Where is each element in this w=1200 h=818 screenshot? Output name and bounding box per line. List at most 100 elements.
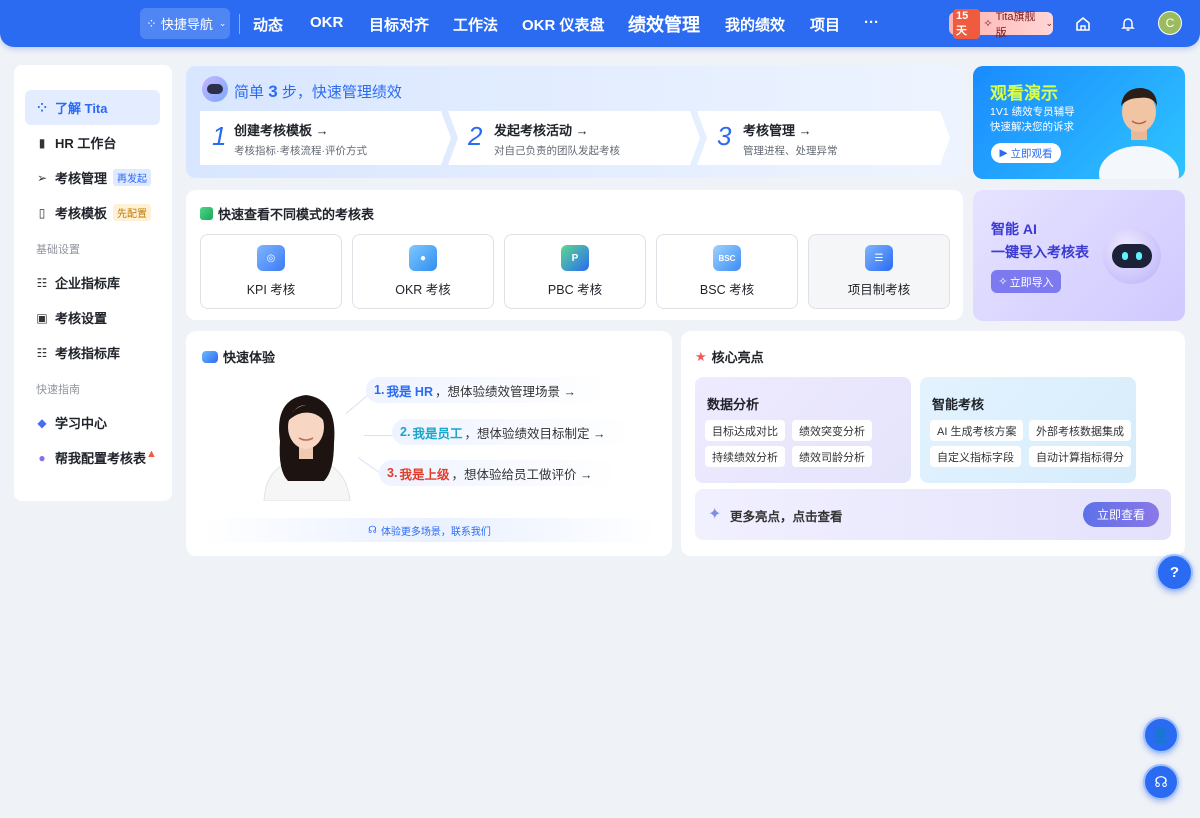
view-now-button[interactable]: 立即查看 <box>1083 502 1159 527</box>
sidebar-item-review-settings[interactable]: ▣ 考核设置 <box>25 300 160 335</box>
quick-nav-label: 快捷导航 <box>160 17 213 32</box>
promo-title: 智能 AI 一键导入考核表 <box>991 218 1089 264</box>
database-icon: ☷ <box>36 345 48 360</box>
sidebar-item-label: 考核指标库 <box>55 346 121 361</box>
nav-item-goal-alignment[interactable]: 目标对齐 <box>369 14 429 35</box>
watch-now-button[interactable]: ▶ 立即观看 <box>991 143 1061 163</box>
grid-icon: ⁘ <box>146 15 157 31</box>
edition-label: Tita旗舰版 <box>995 10 1036 39</box>
nav-item-projects[interactable]: 项目 <box>810 14 840 35</box>
promo-title: 观看演示 <box>990 84 1058 103</box>
feature-chip: 绩效司龄分析 <box>792 446 872 467</box>
sparkle-icon: ✧ <box>983 18 993 30</box>
step-title: 发起考核活动 → <box>494 123 589 138</box>
ai-import-banner[interactable]: 智能 AI 一键导入考核表 ✧ 立即导入 <box>973 190 1185 321</box>
step-desc: 对自己负责的团队发起考核 <box>494 145 620 157</box>
more-menu-icon[interactable]: ··· <box>864 14 879 31</box>
steps-title-suffix: 步，快速管理绩效 <box>281 84 402 101</box>
sidebar-item-label: 帮我配置考核表 <box>55 451 147 466</box>
user-add-icon: 👤 <box>1151 727 1171 744</box>
nav-item-work-method[interactable]: 工作法 <box>453 14 498 35</box>
promo-line: 一键导入考核表 <box>991 244 1089 260</box>
sidebar-item-enterprise-metrics[interactable]: ☷ 企业指标库 <box>25 265 160 300</box>
experience-option-manager[interactable]: 3. 我是上级 ， 想体验给员工做评价 → <box>379 460 619 486</box>
nav-item-dynamics[interactable]: 动态 <box>253 14 283 35</box>
play-icon: ▶ <box>999 147 1008 159</box>
top-navigation-bar: ⁘ 快捷导航 ⌄ 动态 OKR 目标对齐 工作法 OKR 仪表盘 绩效管理 我的… <box>0 0 1200 47</box>
feature-chip: 自定义指标字段 <box>930 446 1021 467</box>
avatar[interactable]: C <box>1158 11 1182 35</box>
nav-item-okr[interactable]: OKR <box>310 14 343 31</box>
import-now-button[interactable]: ✧ 立即导入 <box>991 270 1061 293</box>
experience-option-employee[interactable]: 2. 我是员工 ， 想体验绩效目标制定 → <box>392 419 632 445</box>
step-review-management[interactable]: 3 考核管理 → 管理进程、处理异常 <box>697 111 950 165</box>
more-highlights-banner[interactable]: ✦ 更多亮点，点击查看 立即查看 <box>695 489 1171 540</box>
core-highlights-panel: ★ 核心亮点 数据分析 目标达成对比 绩效突变分析 持续绩效分析 绩效司龄分析 … <box>681 331 1185 556</box>
option-text: 想体验绩效目标制定 → <box>476 426 606 441</box>
chat-bubble-icon <box>202 350 218 363</box>
nav-item-performance[interactable]: 绩效管理 <box>628 11 700 37</box>
sidebar-item-config-assistant[interactable]: ● 帮我配置考核表 ▲ <box>25 440 160 475</box>
mode-card-kpi[interactable]: ◎ KPI 考核 <box>200 234 342 309</box>
step-title: 考核管理 → <box>743 123 812 138</box>
mode-label: BSC 考核 <box>699 283 755 297</box>
promo-line: 快速解决您的诉求 <box>990 121 1074 133</box>
home-icon[interactable] <box>1073 14 1093 34</box>
mode-card-pbc[interactable]: P PBC 考核 <box>504 234 646 309</box>
mode-label: 项目制考核 <box>847 283 911 297</box>
mode-card-project[interactable]: ☰ 项目制考核 <box>808 234 950 309</box>
headset-icon: ☊ <box>1154 774 1168 791</box>
okr-icon: ● <box>409 245 437 271</box>
step-launch-review[interactable]: 2 发起考核活动 → 对自己负责的团队发起考核 <box>448 111 700 165</box>
mode-card-bsc[interactable]: BSC BSC 考核 <box>656 234 798 309</box>
nav-item-okr-dashboard[interactable]: OKR 仪表盘 <box>522 14 605 35</box>
sidebar-item-label: 考核设置 <box>55 311 108 326</box>
option-text: 想体验绩效管理场景 → <box>447 384 576 399</box>
cube-icon <box>200 207 213 220</box>
edition-badge[interactable]: 15天 ✧ Tita旗舰版 ⌄ <box>949 8 1053 39</box>
highlight-card-data-analysis[interactable]: 数据分析 目标达成对比 绩效突变分析 持续绩效分析 绩效司龄分析 <box>695 377 911 483</box>
step-create-template[interactable]: 1 创建考核模板 → 考核指标·考核流程·评价方式 <box>200 111 451 165</box>
connector-line <box>364 435 396 436</box>
quick-experience-panel: 快速体验 1. 我是 HR ， 想体验绩效管理场景 → 2. 我是员工 ， 想体… <box>186 331 672 556</box>
highlights-title: ★ 核心亮点 <box>695 347 764 366</box>
customer-service-button[interactable]: ☊ <box>1143 764 1179 800</box>
button-label: 立即导入 <box>1009 276 1054 289</box>
sidebar-item-review-metrics[interactable]: ☷ 考核指标库 <box>25 335 160 370</box>
promo-line: 智能 AI <box>991 221 1037 237</box>
sidebar-item-review-management[interactable]: ➢ 考核管理 再发起 <box>25 160 160 195</box>
promo-line: 1V1 绩效专员辅导 <box>990 106 1075 118</box>
sidebar-item-about-tita[interactable]: ⁘ 了解 Tita <box>25 90 160 125</box>
sidebar-item-review-template[interactable]: ▯ 考核模板 先配置 <box>25 195 160 230</box>
grid-icon: ⁘ <box>36 100 48 115</box>
headset-icon: ☊ <box>368 524 377 536</box>
experience-option-hr[interactable]: 1. 我是 HR ， 想体验绩效管理场景 → <box>366 377 606 403</box>
quick-nav-button[interactable]: ⁘ 快捷导航 ⌄ <box>140 8 230 39</box>
assistant-icon: ● <box>38 450 46 465</box>
help-button[interactable]: ? <box>1156 554 1193 591</box>
highlights-title-text: 核心亮点 <box>711 350 764 365</box>
pbc-icon: P <box>561 245 589 271</box>
mode-card-okr[interactable]: ● OKR 考核 <box>352 234 494 309</box>
nav-item-my-performance[interactable]: 我的绩效 <box>725 14 785 35</box>
modes-title-text: 快速查看不同模式的考核表 <box>218 207 375 222</box>
watch-demo-banner[interactable]: 观看演示 1V1 绩效专员辅导 快速解决您的诉求 ▶ 立即观看 <box>973 66 1185 179</box>
step-number: 1 <box>212 121 227 151</box>
step-title: 创建考核模板 → <box>234 123 329 138</box>
sidebar-group-guide: 快速指南 <box>36 384 80 396</box>
mode-label: KPI 考核 <box>246 283 296 297</box>
sidebar-item-learning-center[interactable]: ◆ 学习中心 <box>25 405 160 440</box>
contact-advisor-button[interactable]: 👤 <box>1143 717 1179 753</box>
send-icon: ➢ <box>36 170 48 185</box>
feature-chip: AI 生成考核方案 <box>930 420 1024 441</box>
three-steps-banner: 简单 3 步，快速管理绩效 1 创建考核模板 → 考核指标·考核流程·评价方式 … <box>186 66 963 178</box>
bell-icon[interactable] <box>1118 14 1138 34</box>
project-icon: ☰ <box>865 245 893 271</box>
bar-chart-icon: ▮ <box>38 135 46 150</box>
assistant-photo <box>263 395 351 501</box>
contact-us-link[interactable]: ☊ 体验更多场景，联系我们 <box>202 518 657 542</box>
highlight-card-smart-review[interactable]: 智能考核 AI 生成考核方案 外部考核数据集成 自定义指标字段 自动计算指标得分 <box>920 377 1136 483</box>
sidebar-item-hr-workbench[interactable]: ▮ HR 工作台 <box>25 125 160 160</box>
fire-icon: ▲ <box>146 447 157 460</box>
sidebar-item-label: HR 工作台 <box>55 136 117 151</box>
